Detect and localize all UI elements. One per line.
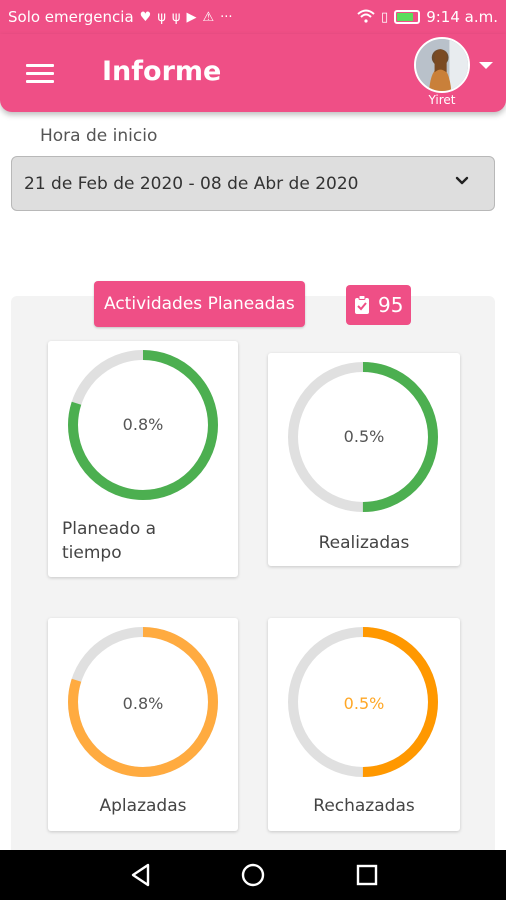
battery-icon [394, 10, 421, 24]
clipboard-check-icon [355, 295, 369, 314]
label-planned-on-time-line1: Planeado a [62, 519, 157, 539]
account-dropdown-icon[interactable] [479, 62, 493, 69]
activity-count-badge: 95 [346, 285, 412, 325]
back-icon[interactable] [128, 862, 154, 888]
card-rejected[interactable]: 0.5% Rechazadas [268, 618, 460, 831]
recents-icon[interactable] [354, 862, 380, 888]
percent-postponed: 0.8% [122, 694, 164, 713]
planned-activities-label: Actividades Planeadas [104, 294, 295, 314]
percent-completed: 0.5% [343, 427, 385, 446]
app-bar: Informe Yiret [0, 34, 506, 112]
label-postponed: Aplazadas [99, 796, 187, 816]
card-planned-on-time[interactable]: 0.8% Planeado a tiempo [48, 341, 238, 577]
avatar[interactable] [414, 37, 470, 93]
label-completed: Realizadas [318, 533, 410, 553]
planned-activities-chip[interactable]: Actividades Planeadas [94, 281, 305, 327]
card-postponed[interactable]: 0.8% Aplazadas [48, 618, 238, 831]
label-planned-on-time-line2: tiempo [62, 543, 122, 563]
sim-icon: ▯ [381, 9, 389, 25]
usb-icon: ψ [157, 9, 166, 25]
youtube-icon: ▶ [186, 9, 197, 25]
date-range-value: 21 de Feb de 2020 - 08 de Abr de 2020 [24, 173, 359, 194]
usb-icon-2: ψ [171, 9, 181, 25]
home-icon[interactable] [240, 862, 266, 888]
card-completed[interactable]: 0.5% Realizadas [268, 353, 460, 566]
activity-count: 95 [378, 293, 404, 317]
clock-text: 9:14 a.m. [426, 8, 498, 26]
user-name: Yiret [428, 93, 456, 107]
wifi-icon [357, 9, 375, 26]
label-rejected: Rechazadas [313, 796, 415, 816]
heart-icon: ♥ [139, 9, 152, 25]
date-range-select[interactable]: 21 de Feb de 2020 - 08 de Abr de 2020 [11, 156, 495, 211]
chevron-down-icon [455, 176, 469, 185]
menu-icon[interactable] [26, 64, 54, 84]
percent-rejected: 0.5% [343, 694, 385, 713]
percent-planned-on-time: 0.8% [122, 415, 164, 434]
more-notifications-icon: ··· [220, 9, 233, 25]
status-bar: Solo emergencia ♥ ψ ψ ▶ ⚠ ··· ▯ 9:14 a.m… [0, 0, 506, 34]
warning-icon: ⚠ [202, 9, 215, 25]
carrier-text: Solo emergencia [8, 8, 134, 26]
system-nav-bar [0, 850, 506, 900]
label-planned-on-time: Planeado a tiempo [62, 517, 156, 565]
start-time-label: Hora de inicio [40, 126, 158, 146]
page-title: Informe [102, 56, 222, 87]
